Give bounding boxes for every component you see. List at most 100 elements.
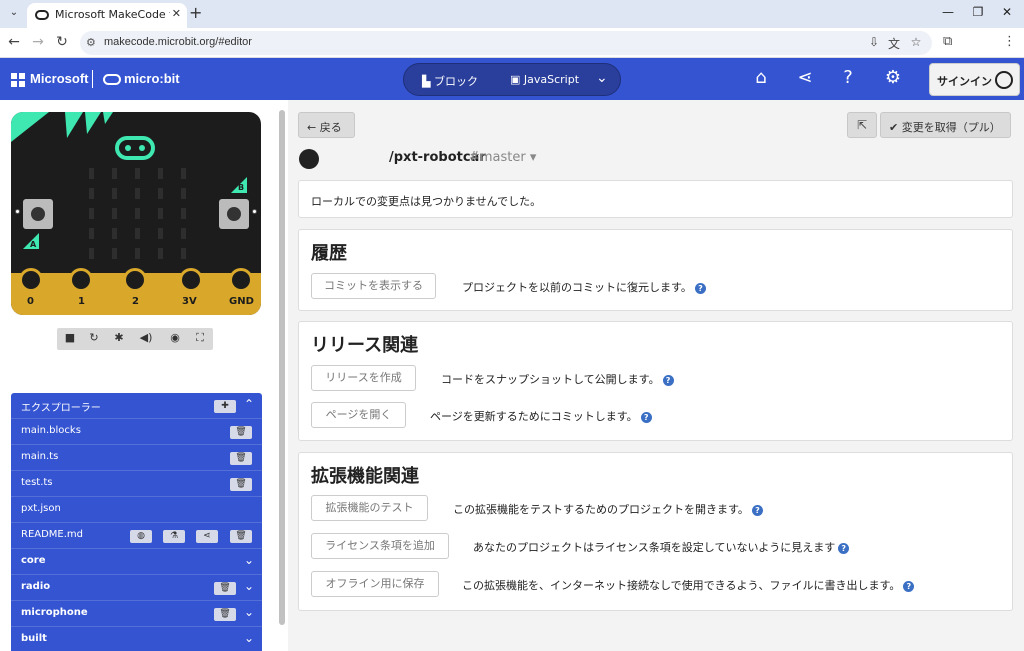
editor-dropdown-chevron-icon[interactable]: ⌄ — [596, 70, 608, 86]
explorer-header[interactable]: エクスプローラー ✚ ⌃ — [11, 393, 262, 419]
help-icon[interactable]: ? — [838, 542, 850, 554]
tab-search-icon[interactable]: ⌄ — [6, 5, 22, 21]
blocks-tab[interactable]: ▙ ブロック — [422, 73, 478, 89]
microbit-simulator-board[interactable]: A B 0 1 2 3V GND — [11, 112, 261, 315]
fullscreen-icon[interactable]: ⛶ — [190, 331, 210, 347]
stop-icon[interactable]: ■ — [60, 331, 80, 347]
history-desc: プロジェクトを以前のコミットに復元します。? — [462, 279, 706, 295]
extension-title: 拡張機能関連 — [311, 466, 419, 487]
close-window-icon[interactable]: ✕ — [997, 5, 1017, 19]
branch-selector[interactable]: #master ▾ — [469, 150, 536, 165]
restore-icon[interactable]: ❐ — [968, 5, 988, 19]
expand-chevron-icon[interactable]: ⌄ — [244, 631, 254, 645]
expand-chevron-icon[interactable]: ⌄ — [244, 579, 254, 593]
browser-menu-icon[interactable]: ⋮ — [1003, 34, 1016, 49]
led — [135, 188, 140, 199]
delete-trash-icon[interactable]: 🗑 — [230, 478, 252, 491]
delete-trash-icon[interactable]: 🗑 — [230, 452, 252, 465]
status-card: ローカルでの変更点は見つかりませんでした。 — [298, 180, 1013, 218]
globe-icon[interactable]: ◍ — [130, 530, 152, 543]
expand-chevron-icon[interactable]: ⌄ — [244, 605, 254, 619]
package-item[interactable]: radio 🗑 ⌄ — [11, 575, 262, 601]
extensions-icon[interactable]: ⧉ — [943, 34, 952, 49]
restart-icon[interactable]: ↻ — [84, 331, 104, 347]
pin-1[interactable] — [69, 268, 93, 292]
tab-title: Microsoft MakeCode for micro:bit — [55, 8, 170, 21]
pin-0[interactable] — [19, 268, 43, 292]
debug-icon[interactable]: ✱ — [109, 331, 129, 347]
screenshot-icon[interactable]: ◉ — [165, 331, 185, 347]
sidebar-scrollbar[interactable] — [279, 110, 285, 625]
signin-label: サインイン — [937, 75, 992, 88]
delete-trash-icon[interactable]: 🗑 — [230, 530, 252, 543]
delete-trash-icon[interactable]: 🗑 — [214, 582, 236, 595]
add-file-icon[interactable]: ✚ — [214, 400, 236, 413]
open-page-button[interactable]: ページを開く — [311, 402, 406, 428]
no-changes-text: ローカルでの変更点は見つかりませんでした。 — [311, 195, 542, 208]
flask-icon[interactable]: ⚗ — [163, 530, 185, 543]
address-bar[interactable]: ⚙ makecode.microbit.org/#editor ⇩ 文 ☆ — [80, 31, 932, 55]
delete-trash-icon[interactable]: 🗑 — [214, 608, 236, 621]
package-item[interactable]: microphone 🗑 ⌄ — [11, 601, 262, 627]
help-icon[interactable]: ? — [837, 67, 859, 88]
new-tab-icon[interactable]: + — [189, 3, 202, 22]
led — [158, 248, 163, 259]
test-extension-button[interactable]: 拡張機能のテスト — [311, 495, 428, 521]
signin-button[interactable]: サインイン — [929, 63, 1020, 96]
button-a[interactable] — [23, 199, 53, 229]
javascript-tab[interactable]: ▣ JavaScript — [510, 73, 579, 86]
expand-chevron-icon[interactable]: ⌄ — [244, 553, 254, 567]
help-icon[interactable]: ? — [640, 411, 652, 423]
back-arrow-icon[interactable]: ← — [5, 34, 23, 50]
mute-icon[interactable]: ◀) — [136, 331, 156, 347]
back-label: 戻る — [319, 121, 342, 134]
add-license-button[interactable]: ライセンス条項を追加 — [311, 533, 449, 559]
pin-3v[interactable] — [179, 268, 203, 292]
pin-label: 1 — [78, 296, 85, 307]
board-side-dot — [252, 209, 257, 214]
pull-button[interactable]: ✔ 変更を取得（プル） — [880, 112, 1011, 138]
package-item[interactable]: core ⌄ — [11, 549, 262, 575]
share-icon[interactable]: ⋖ — [196, 530, 218, 543]
file-item[interactable]: README.md ◍ ⚗ ⋖ 🗑 — [11, 523, 262, 549]
help-icon[interactable]: ? — [694, 282, 706, 294]
home-icon[interactable]: ⌂ — [750, 67, 772, 88]
site-info-icon[interactable]: ⚙ — [86, 36, 96, 49]
create-release-desc: コードをスナップショットして公開します。? — [441, 371, 674, 387]
button-b[interactable] — [219, 199, 249, 229]
led — [89, 248, 94, 259]
back-button[interactable]: ← 戻る — [298, 112, 355, 138]
translate-icon[interactable]: 文 — [886, 35, 902, 52]
led — [158, 168, 163, 179]
file-item[interactable]: pxt.json — [11, 497, 262, 523]
browser-tab[interactable]: Microsoft MakeCode for micro:bit ✕ — [27, 3, 187, 28]
help-icon[interactable]: ? — [662, 374, 674, 386]
show-commits-button[interactable]: コミットを表示する — [311, 273, 436, 299]
help-icon[interactable]: ? — [751, 504, 763, 516]
file-item[interactable]: main.ts 🗑 — [11, 445, 262, 471]
svg-text:A: A — [30, 240, 37, 249]
reload-icon[interactable]: ↻ — [53, 34, 71, 50]
file-item[interactable]: test.ts 🗑 — [11, 471, 262, 497]
tab-close-icon[interactable]: ✕ — [172, 7, 181, 20]
package-item[interactable]: built ⌄ — [11, 627, 262, 651]
led — [89, 208, 94, 219]
pin-2[interactable] — [123, 268, 147, 292]
pin-label: 0 — [27, 296, 34, 307]
file-item[interactable]: main.blocks 🗑 — [11, 419, 262, 445]
forward-arrow-icon[interactable]: → — [29, 34, 47, 50]
help-icon[interactable]: ? — [903, 580, 915, 592]
collapse-chevron-icon[interactable]: ⌃ — [244, 397, 254, 411]
bookmark-star-icon[interactable]: ☆ — [908, 35, 924, 49]
save-offline-button[interactable]: オフライン用に保存 — [311, 571, 439, 597]
open-external-icon[interactable]: ⇱ — [847, 112, 877, 138]
share-icon[interactable]: ⋖ — [794, 67, 816, 88]
delete-trash-icon[interactable]: 🗑 — [230, 426, 252, 439]
install-app-icon[interactable]: ⇩ — [866, 35, 882, 49]
led — [135, 228, 140, 239]
settings-gear-icon[interactable]: ⚙ — [882, 67, 904, 88]
create-release-button[interactable]: リリースを作成 — [311, 365, 416, 391]
url-text: makecode.microbit.org/#editor — [104, 36, 252, 48]
pin-gnd[interactable] — [229, 268, 253, 292]
minimize-icon[interactable]: — — [938, 5, 958, 19]
